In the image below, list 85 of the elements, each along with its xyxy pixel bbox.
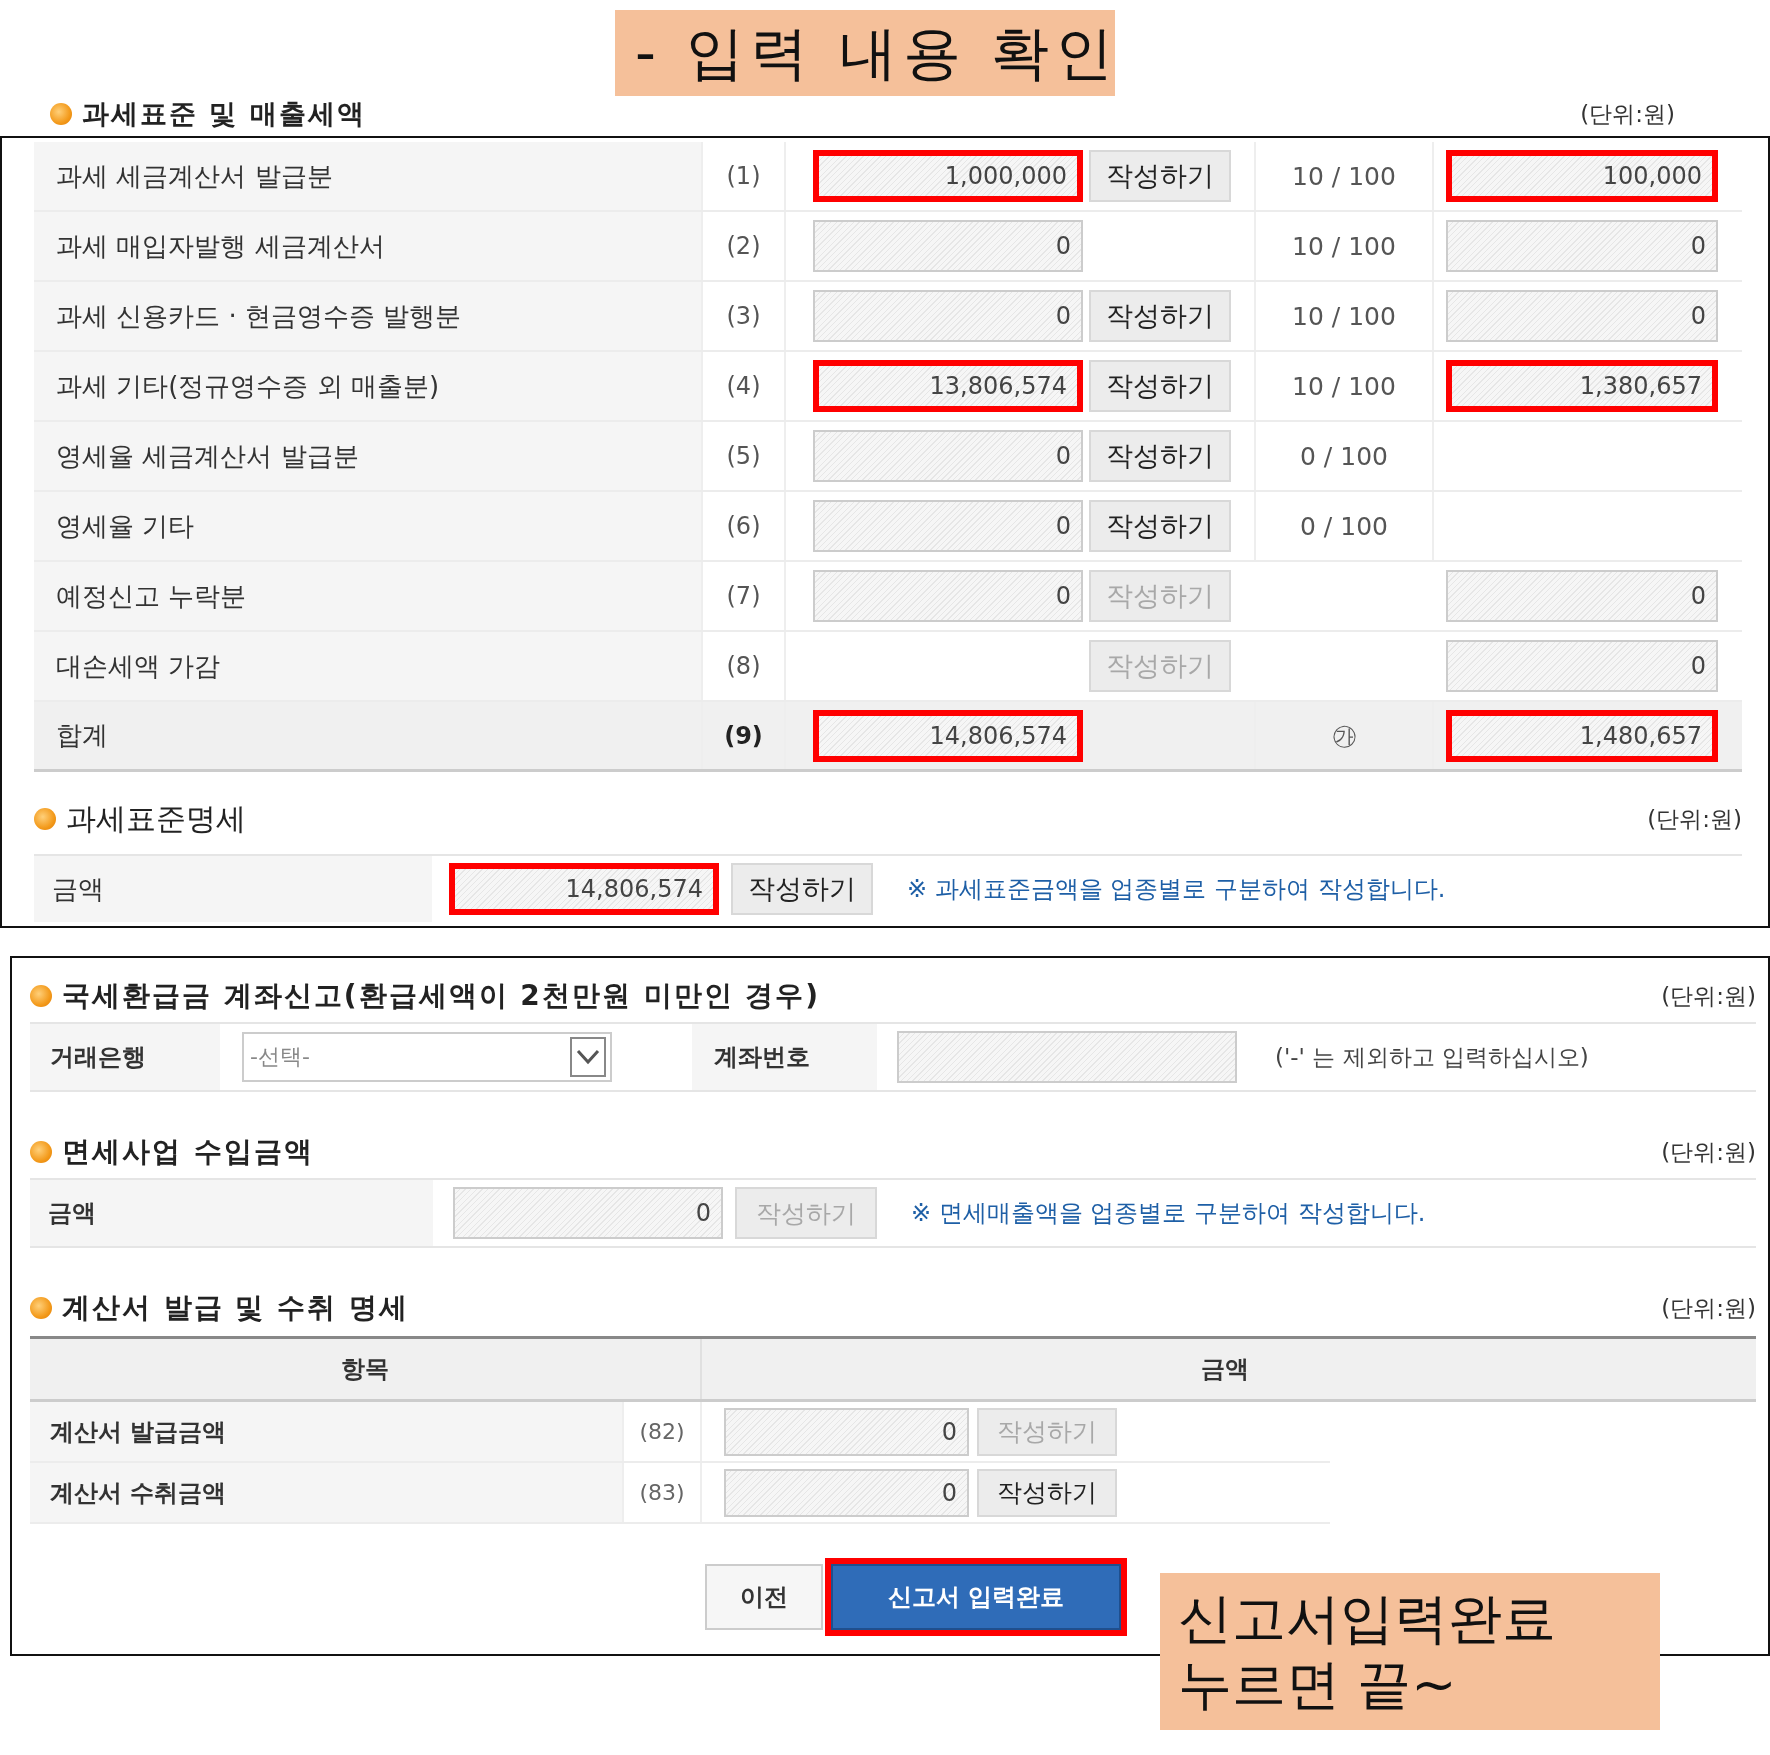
row-number: (5) (726, 442, 761, 470)
row-label: 금액 (52, 872, 104, 906)
row-number: (8) (726, 652, 761, 680)
dropdown-icon (570, 1037, 606, 1077)
row-label: 과세 세금계산서 발급분 (56, 159, 333, 193)
row-label: 계좌번호 (714, 1042, 810, 1073)
input-field[interactable]: 0 (813, 570, 1083, 622)
input-field[interactable]: 0 (1446, 290, 1718, 342)
banner-title: - 입력 내용 확인 (615, 10, 1115, 96)
input-field[interactable]: 1,480,657 (1446, 709, 1718, 762)
tax-rate: 0 / 100 (1300, 511, 1388, 541)
input-field[interactable]: 14,806,574 (813, 709, 1083, 762)
bank-select[interactable]: -선택- (242, 1032, 612, 1082)
unit-label: (단위:원) (1661, 981, 1756, 1011)
row-number: (7) (726, 582, 761, 610)
input-field[interactable]: 0 (813, 500, 1083, 552)
row-label: 영세율 기타 (56, 509, 195, 543)
unit-label: (단위:원) (1661, 1137, 1756, 1167)
input-field[interactable]: 13,806,574 (813, 360, 1083, 412)
row-label: 계산서 수취금액 (50, 1477, 227, 1509)
input-field[interactable]: 0 (1446, 220, 1718, 272)
row-number: (9) (724, 721, 763, 750)
section-title: 국세환급금 계좌신고(환급세액이 2천만원 미만인 경우) (62, 978, 821, 1014)
hint-text: ('-' 는 제외하고 입력하십시오) (1275, 1042, 1589, 1072)
tax-rate: 10 / 100 (1292, 231, 1396, 261)
hint-text: ※ 과세표준금액을 업종별로 구분하여 작성합니다. (907, 874, 1446, 905)
hint-text: ※ 면세매출액을 업종별로 구분하여 작성합니다. (911, 1198, 1426, 1229)
row-number: (3) (726, 302, 761, 330)
unit-label: (단위:원) (1580, 99, 1675, 129)
section-title: 면세사업 수입금액 (62, 1134, 314, 1170)
write-button[interactable]: 작성하기 (1089, 500, 1231, 552)
bullet-icon (34, 808, 56, 830)
tax-rate: 10 / 100 (1292, 161, 1396, 191)
row-label: 거래은행 (50, 1042, 146, 1073)
input-field[interactable]: 0 (813, 220, 1083, 272)
section-title: 계산서 발급 및 수취 명세 (62, 1290, 409, 1326)
row-label: 과세 신용카드 · 현금영수증 발행분 (56, 299, 462, 333)
account-field[interactable] (897, 1031, 1237, 1083)
tax-rate: 0 / 100 (1300, 441, 1388, 471)
input-field[interactable]: 0 (813, 290, 1083, 342)
row-label: 과세 기타(정규영수증 외 매출분) (56, 369, 440, 403)
input-field[interactable]: 100,000 (1446, 150, 1718, 202)
write-button[interactable]: 작성하기 (977, 1468, 1117, 1517)
bullet-icon (30, 1297, 52, 1319)
section-title: 과세표준명세 (66, 799, 246, 838)
row-number: (82) (639, 1419, 685, 1444)
input-field[interactable]: 0 (724, 1407, 969, 1456)
input-field[interactable]: 0 (1446, 640, 1718, 692)
bullet-icon (50, 103, 72, 125)
row-number: (4) (726, 372, 761, 400)
tax-rate: 10 / 100 (1292, 371, 1396, 401)
row-label: 예정신고 누락분 (56, 579, 247, 613)
row-number: (1) (726, 162, 761, 190)
input-field[interactable]: 0 (1446, 570, 1718, 622)
input-field[interactable]: 1,380,657 (1446, 360, 1718, 412)
unit-label: (단위:원) (1661, 1293, 1756, 1323)
tax-rate: 10 / 100 (1292, 301, 1396, 331)
column-header: 금액 (1200, 1354, 1249, 1385)
tax-rate: ㉮ (1331, 720, 1357, 752)
previous-button[interactable]: 이전 (705, 1564, 823, 1630)
bullet-icon (30, 985, 52, 1007)
write-button[interactable]: 작성하기 (1089, 150, 1231, 202)
row-number: (6) (726, 512, 761, 540)
row-label: 계산서 발급금액 (50, 1416, 227, 1448)
column-header: 항목 (341, 1354, 389, 1385)
input-field[interactable]: 0 (453, 1187, 723, 1239)
unit-label: (단위:원) (1647, 804, 1742, 834)
input-field[interactable]: 1,000,000 (813, 150, 1083, 202)
input-field[interactable]: 0 (724, 1468, 969, 1517)
row-label: 과세 매입자발행 세금계산서 (56, 229, 385, 263)
row-label: 대손세액 가감 (56, 649, 221, 683)
row-label: 금액 (48, 1198, 96, 1229)
input-field[interactable]: 14,806,574 (449, 863, 719, 915)
write-button[interactable]: 작성하기 (1089, 360, 1231, 412)
input-field[interactable]: 0 (813, 430, 1083, 482)
callout-note: 신고서입력완료 누르면 끝~ (1160, 1573, 1660, 1730)
section-title: 과세표준 및 매출세액 (82, 97, 366, 131)
write-button[interactable]: 작성하기 (731, 863, 873, 915)
row-number: (83) (639, 1480, 685, 1505)
write-button[interactable]: 작성하기 (1089, 290, 1231, 342)
row-label: 영세율 세금계산서 발급분 (56, 439, 359, 473)
write-button[interactable]: 작성하기 (1089, 430, 1231, 482)
row-number: (2) (726, 232, 761, 260)
bullet-icon (30, 1141, 52, 1163)
row-label: 합계 (56, 719, 108, 752)
